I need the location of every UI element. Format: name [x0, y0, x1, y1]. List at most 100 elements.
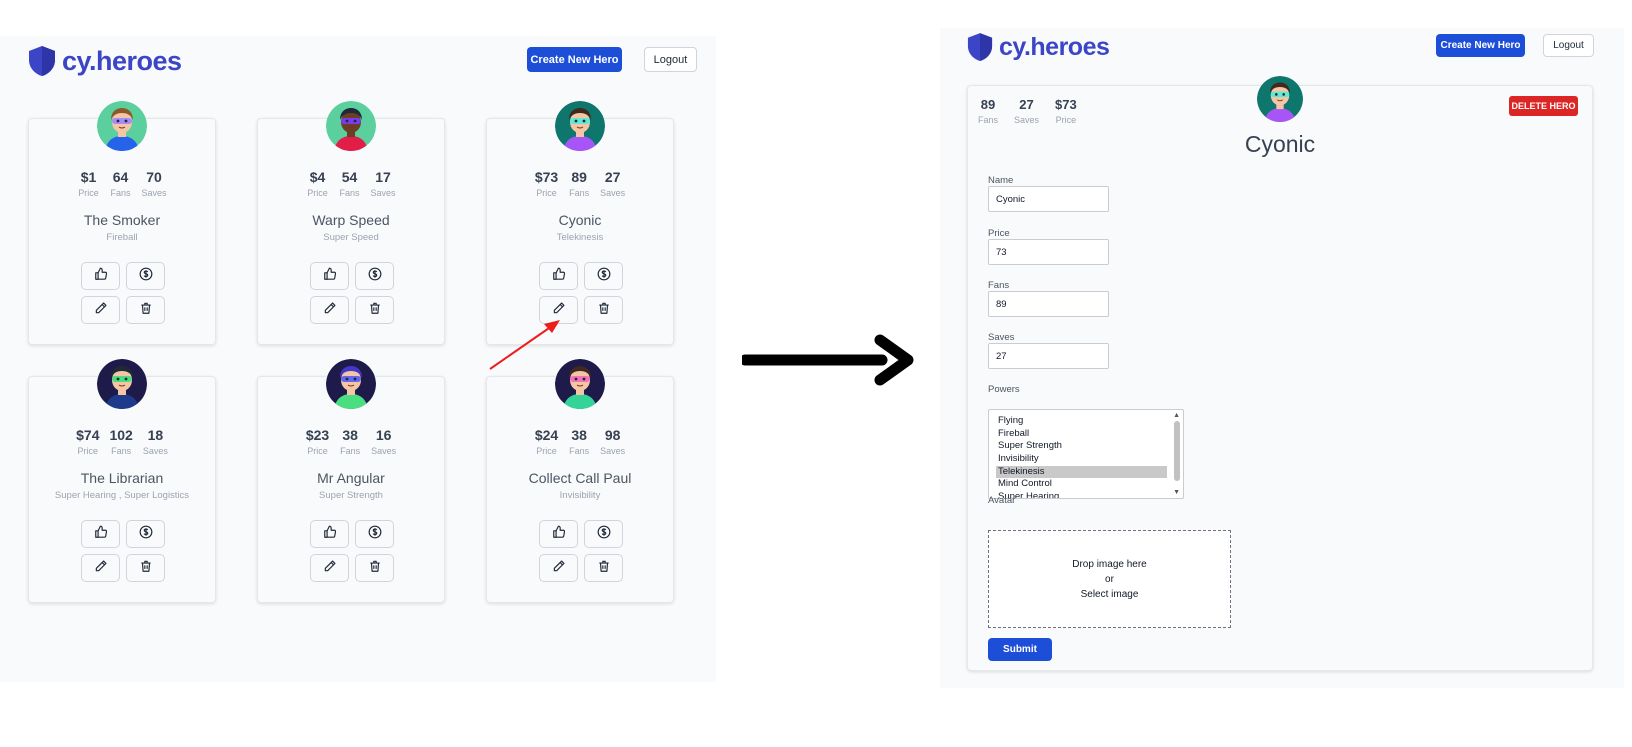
hero-actions [81, 262, 165, 324]
like-button[interactable] [81, 520, 120, 548]
price-label: Price [1055, 115, 1077, 125]
avatar-dropzone[interactable]: Drop image here or Select image [988, 530, 1231, 628]
power-option[interactable]: Mind Control [996, 478, 1167, 491]
saves-label: Saves [1014, 115, 1040, 125]
scroll-up-icon[interactable]: ▲ [1173, 412, 1180, 420]
saves-label: Saves [600, 188, 626, 198]
hero-title: Cyonic [1244, 131, 1316, 157]
logo-text: cy.heroes [999, 32, 1110, 61]
dollar-icon [368, 525, 382, 544]
price-label: Price [307, 188, 328, 198]
power-option[interactable]: Super Strength [996, 440, 1167, 453]
saves-stat: 27 Saves [1014, 97, 1039, 125]
edit-button[interactable] [310, 296, 349, 324]
like-button[interactable] [539, 520, 578, 548]
delete-button[interactable] [126, 554, 165, 582]
thumbs-up-icon [323, 267, 337, 286]
select-image-link[interactable]: Select image [1081, 587, 1139, 602]
hero-stats: $24 Price 38 Fans 98 Saves [487, 427, 673, 456]
fans-value: 89 [980, 97, 996, 112]
price-value: $73 [534, 169, 559, 185]
name-input[interactable] [988, 186, 1109, 212]
scroll-down-icon[interactable]: ▼ [1173, 489, 1180, 497]
price-input[interactable] [988, 239, 1109, 265]
hero-avatar [97, 101, 147, 151]
price-value: $73 [1055, 97, 1077, 112]
fans-label: Fans [339, 188, 360, 198]
power-option[interactable]: Flying [996, 415, 1167, 428]
hero-stats: $23 Price 38 Fans 16 Saves [258, 427, 444, 456]
saves-value: 27 [604, 169, 621, 185]
price-label: Price [307, 446, 328, 456]
hero-edit-card: 89 Fans 27 Saves $73 Price DELETE HERO C… [967, 76, 1593, 671]
create-new-hero-button[interactable]: Create New Hero [527, 47, 622, 72]
pencil-icon [552, 301, 566, 320]
hero-powers: Fireball [106, 232, 138, 243]
logout-button[interactable]: Logout [1543, 34, 1594, 57]
price-stat: $73 Price [1055, 97, 1077, 125]
edit-button[interactable] [539, 554, 578, 582]
edit-button[interactable] [81, 554, 120, 582]
shield-logo-icon [967, 33, 993, 61]
powers-scrollbar[interactable]: ▲ ▼ [1172, 411, 1182, 497]
like-button[interactable] [310, 262, 349, 290]
hero-actions [310, 520, 394, 582]
hire-button[interactable] [355, 262, 394, 290]
hero-name: Collect Call Paul [528, 470, 632, 486]
pencil-icon [94, 559, 108, 578]
power-option[interactable]: Telekinesis [996, 465, 1167, 479]
hero-actions [310, 262, 394, 324]
delete-button[interactable] [355, 554, 394, 582]
saves-input[interactable] [988, 343, 1109, 369]
logo-text: cy.heroes [62, 45, 182, 76]
trash-icon [597, 301, 611, 320]
hire-button[interactable] [355, 520, 394, 548]
like-button[interactable] [539, 262, 578, 290]
like-button[interactable] [310, 520, 349, 548]
trash-icon [368, 301, 382, 320]
dollar-icon [139, 525, 153, 544]
delete-button[interactable] [126, 296, 165, 324]
fans-stat: 38 Fans [568, 427, 590, 456]
powers-label: Powers [988, 384, 1020, 395]
price-value: $1 [80, 169, 97, 185]
hire-button[interactable] [584, 262, 623, 290]
logout-button[interactable]: Logout [644, 47, 697, 72]
power-option[interactable]: Invisibility [996, 453, 1167, 466]
saves-stat: 70 Saves [141, 169, 166, 198]
hero-powers: Super Strength [319, 490, 383, 501]
saves-value: 16 [375, 427, 392, 443]
hero-card: $74 Price 102 Fans 18 Saves The Librarian Super… [28, 359, 216, 603]
like-button[interactable] [81, 262, 120, 290]
fans-field-label: Fans [988, 280, 1010, 291]
price-stat: $24 Price [535, 427, 558, 456]
delete-button[interactable] [584, 554, 623, 582]
hero-name: The Smoker [83, 212, 161, 228]
hire-button[interactable] [584, 520, 623, 548]
submit-button[interactable]: Submit [988, 638, 1052, 661]
edit-button[interactable] [81, 296, 120, 324]
create-new-hero-button[interactable]: Create New Hero [1436, 34, 1525, 57]
delete-hero-button[interactable]: DELETE HERO [1509, 96, 1578, 116]
power-option[interactable]: Super Hearing [996, 491, 1167, 498]
app-logo[interactable]: cy.heroes [28, 45, 182, 77]
fans-input[interactable] [988, 291, 1109, 317]
power-option[interactable]: Fireball [996, 428, 1167, 441]
hero-stats: $4 Price 54 Fans 17 Saves [258, 169, 444, 198]
hire-button[interactable] [126, 262, 165, 290]
app-logo[interactable]: cy.heroes [967, 32, 1110, 62]
scroll-thumb[interactable] [1174, 421, 1180, 481]
hire-button[interactable] [126, 520, 165, 548]
powers-multiselect[interactable]: Flying Fireball Super Strength Invisibility… [988, 409, 1184, 499]
hero-powers: Super Speed [323, 232, 379, 243]
price-label: Price [536, 188, 557, 198]
hero-powers: Invisibility [559, 490, 601, 501]
delete-button[interactable] [355, 296, 394, 324]
thumbs-up-icon [94, 525, 108, 544]
fans-stat: 64 Fans [109, 169, 131, 198]
thumbs-up-icon [94, 267, 108, 286]
hero-name: Warp Speed [312, 212, 390, 228]
avatar-label: Avatar [988, 495, 1016, 506]
delete-button[interactable] [584, 296, 623, 324]
edit-button[interactable] [310, 554, 349, 582]
